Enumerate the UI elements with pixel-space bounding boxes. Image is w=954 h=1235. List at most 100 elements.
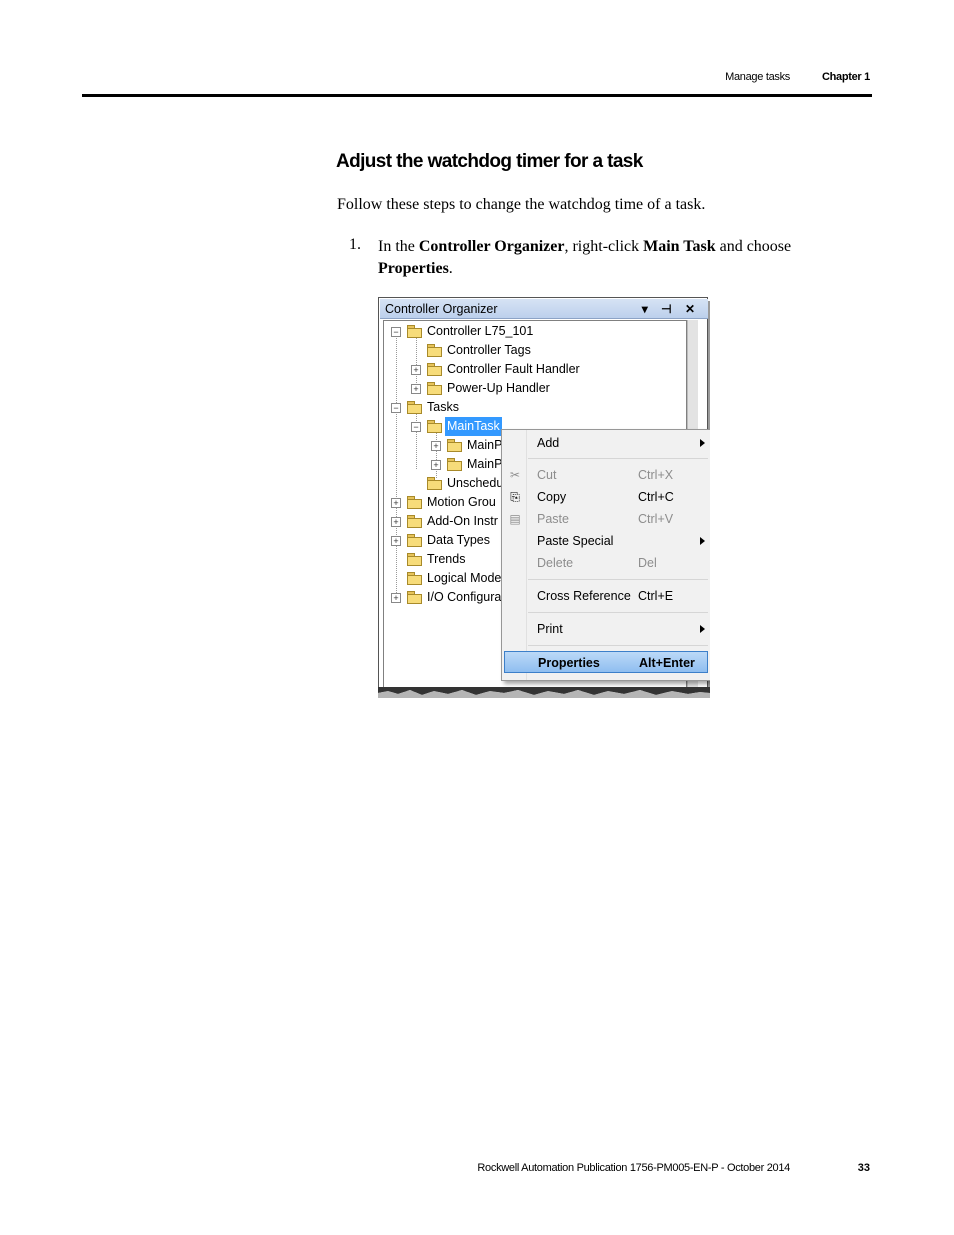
footer-publication: Rockwell Automation Publication 1756-PM0… <box>477 1162 790 1174</box>
context-menu: Add ✂ Cut Ctrl+X ⎘ Copy Ctrl+C ▤ Paste Ctrl+V Past… <box>501 429 710 681</box>
tree-item-label: Logical Mode <box>427 571 502 585</box>
folder-icon <box>407 496 422 509</box>
program-icon <box>447 439 462 452</box>
menu-item-cross-reference[interactable]: Cross Reference Ctrl+E <box>502 585 710 607</box>
menu-item-print[interactable]: Print <box>502 618 710 640</box>
window-controls[interactable]: ▾ ⊣ ✕ <box>642 299 700 319</box>
window-title: Controller Organizer <box>385 302 498 316</box>
expand-icon[interactable]: + <box>391 498 401 508</box>
collapse-icon[interactable]: − <box>411 422 421 432</box>
tree-item-label: I/O Configura <box>427 590 502 604</box>
menu-item-copy[interactable]: ⎘ Copy Ctrl+C <box>502 486 710 508</box>
logical-model-icon <box>407 572 422 585</box>
collapse-icon[interactable]: − <box>391 403 401 413</box>
step-bold-controller-organizer: Controller Organizer <box>418 238 565 255</box>
menu-item-label: Print <box>537 622 563 636</box>
header-rule <box>82 94 872 97</box>
menu-item-label: Copy <box>537 490 567 504</box>
menu-item-properties[interactable]: Properties Alt+Enter <box>504 651 708 673</box>
folder-icon <box>427 477 442 490</box>
menu-separator <box>528 579 708 580</box>
expand-icon[interactable]: + <box>411 384 421 394</box>
expand-icon[interactable]: + <box>391 536 401 546</box>
tree-item[interactable]: − Tasks <box>391 398 601 417</box>
tree-item-label: Tasks <box>427 400 459 414</box>
menu-item-shortcut: Ctrl+E <box>638 589 674 603</box>
tags-edit-icon <box>427 344 442 357</box>
step-text-part: and choose <box>715 238 792 255</box>
scissors-icon: ✂ <box>509 468 521 482</box>
menu-item-label: Delete <box>537 556 574 570</box>
copy-icon: ⎘ <box>510 490 520 504</box>
tree-item[interactable]: + Controller Fault Handler <box>411 360 601 379</box>
page-number: 33 <box>857 1162 870 1174</box>
section-title: Adjust the watchdog timer for a task <box>336 151 643 172</box>
folder-icon <box>407 591 422 604</box>
step-text-part: , right-click <box>564 238 644 255</box>
tree-item-label: Add-On Instr <box>427 514 498 528</box>
folder-icon <box>427 363 442 376</box>
menu-separator <box>528 645 708 646</box>
task-icon <box>427 420 442 433</box>
menu-item-paste-special[interactable]: Paste Special <box>502 530 710 552</box>
expand-icon[interactable]: + <box>391 593 401 603</box>
folder-open-icon <box>407 325 422 338</box>
tree-item[interactable]: + Power-Up Handler <box>411 379 601 398</box>
controller-organizer-window: Controller Organizer ▾ ⊣ ✕ − Controller L… <box>378 297 710 692</box>
step-bold-main-task: Main Task <box>643 238 716 255</box>
menu-item-shortcut: Ctrl+X <box>638 468 674 482</box>
menu-item-label: Cut <box>537 468 557 482</box>
expand-icon[interactable]: + <box>431 460 441 470</box>
menu-item-shortcut: Del <box>638 556 657 570</box>
intro-paragraph: Follow these steps to change the watchdo… <box>337 196 706 213</box>
step-text: In the Controller Organizer, right-click… <box>378 236 818 280</box>
tree-item[interactable]: − Controller L75_101 <box>391 322 601 341</box>
torn-edge <box>378 687 710 698</box>
controller-organizer-screenshot: Controller Organizer ▾ ⊣ ✕ − Controller L… <box>378 297 710 699</box>
submenu-arrow-icon <box>700 439 705 447</box>
menu-item-cut[interactable]: ✂ Cut Ctrl+X <box>502 464 710 486</box>
tree-item-label: Motion Grou <box>427 495 496 509</box>
folder-icon <box>427 382 442 395</box>
paste-icon: ▤ <box>509 512 521 526</box>
folder-icon <box>407 534 422 547</box>
folder-open-icon <box>407 401 422 414</box>
tree-item-label: MainP <box>467 457 503 471</box>
submenu-arrow-icon <box>700 625 705 633</box>
expand-icon[interactable]: + <box>411 365 421 375</box>
tree-item-label: Trends <box>427 552 466 566</box>
menu-separator <box>528 458 708 459</box>
menu-item-label: Paste Special <box>537 534 614 548</box>
expand-icon[interactable]: + <box>391 517 401 527</box>
collapse-icon[interactable]: − <box>391 327 401 337</box>
window-title-bar: Controller Organizer ▾ ⊣ ✕ <box>380 299 708 319</box>
step-number: 1. <box>349 236 361 253</box>
folder-icon <box>407 553 422 566</box>
menu-item-shortcut: Ctrl+C <box>638 490 674 504</box>
submenu-arrow-icon <box>700 537 705 545</box>
tree-item[interactable]: Controller Tags <box>411 341 601 360</box>
step-text-part: . <box>448 260 453 277</box>
menu-item-label: Cross Reference <box>537 589 631 603</box>
menu-item-paste[interactable]: ▤ Paste Ctrl+V <box>502 508 710 530</box>
tree-item-label: Power-Up Handler <box>447 381 550 395</box>
tree-item-label: Data Types <box>427 533 491 547</box>
menu-item-shortcut: Alt+Enter <box>639 656 695 670</box>
tree-item-label: Controller L75_101 <box>427 324 534 338</box>
tree-item-label: Unschedu <box>447 476 504 490</box>
running-header-section: Manage tasks <box>725 71 790 83</box>
tree-item-label: Controller Fault Handler <box>447 362 580 376</box>
menu-item-add[interactable]: Add <box>502 432 710 454</box>
tree-item-label: MainP <box>467 438 503 452</box>
tree-item-label: MainTask <box>445 417 502 436</box>
menu-item-shortcut: Ctrl+V <box>638 512 674 526</box>
running-header-chapter: Chapter 1 <box>821 71 870 83</box>
menu-item-delete[interactable]: Delete Del <box>502 552 710 574</box>
step-text-part: In the <box>378 238 419 255</box>
tree-item-label: Controller Tags <box>447 343 531 357</box>
menu-item-label: Paste <box>537 512 569 526</box>
expand-icon[interactable]: + <box>431 441 441 451</box>
menu-item-label: Add <box>537 436 560 450</box>
menu-item-label: Properties <box>538 656 600 670</box>
menu-separator <box>528 612 708 613</box>
